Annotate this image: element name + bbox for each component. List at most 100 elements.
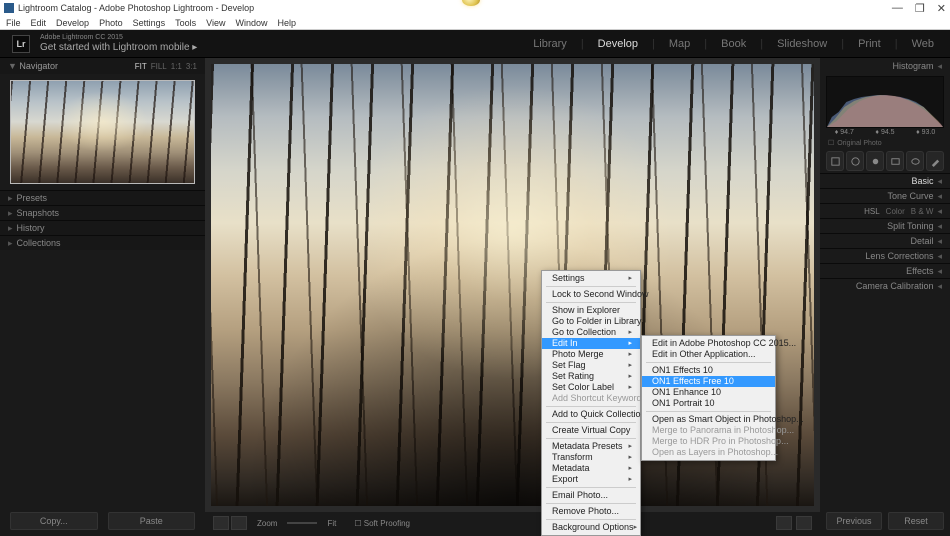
cm-goto-collection[interactable]: Go to Collection▸ xyxy=(542,327,640,338)
filmstrip-toggle-button[interactable] xyxy=(796,516,812,530)
cm-settings[interactable]: Settings▸ xyxy=(542,273,640,284)
cm-merge-panorama: Merge to Panorama in Photoshop... xyxy=(642,425,775,436)
cm-show-explorer[interactable]: Show in Explorer xyxy=(542,305,640,316)
soft-proofing-checkbox[interactable]: ☐ Soft Proofing xyxy=(354,519,410,528)
cm-metadata-presets[interactable]: Metadata Presets▸ xyxy=(542,441,640,452)
nav-1-1[interactable]: 1:1 xyxy=(171,62,182,71)
cm-edit-other-app[interactable]: Edit in Other Application... xyxy=(642,349,775,360)
zoom-slider[interactable] xyxy=(287,522,317,524)
menu-help[interactable]: Help xyxy=(278,18,297,28)
nav-fit[interactable]: FIT xyxy=(135,62,147,71)
module-slideshow[interactable]: Slideshow xyxy=(773,38,831,50)
copy-button[interactable]: Copy... xyxy=(10,512,98,530)
module-picker: Library| Develop| Map| Book| Slideshow| … xyxy=(529,38,938,50)
cm-remove-photo[interactable]: Remove Photo... xyxy=(542,506,640,517)
identity-line1: Adobe Lightroom CC 2015 xyxy=(40,34,197,42)
cm-on1-enhance[interactable]: ON1 Enhance 10 xyxy=(642,387,775,398)
menu-edit[interactable]: Edit xyxy=(31,18,47,28)
radial-tool[interactable] xyxy=(906,151,924,171)
menu-file[interactable]: File xyxy=(6,18,21,28)
module-bar: Lr Adobe Lightroom CC 2015 Get started w… xyxy=(0,30,950,58)
before-after-button[interactable] xyxy=(231,516,247,530)
nav-3-1[interactable]: 3:1 xyxy=(186,62,197,71)
module-library[interactable]: Library xyxy=(529,38,571,50)
cm-add-quick-collection[interactable]: Add to Quick Collection xyxy=(542,409,640,420)
center-area: Zoom Fit ☐ Soft Proofing xyxy=(205,58,820,534)
panel-basic[interactable]: Basic ◂ xyxy=(820,173,950,188)
identity-plate: Lr Adobe Lightroom CC 2015 Get started w… xyxy=(12,34,197,53)
panel-collections[interactable]: ▸Collections xyxy=(0,235,205,250)
module-book[interactable]: Book xyxy=(717,38,750,50)
module-develop[interactable]: Develop xyxy=(594,38,642,50)
spot-removal-tool[interactable] xyxy=(846,151,864,171)
toolbar-toggle-button[interactable] xyxy=(776,516,792,530)
menu-window[interactable]: Window xyxy=(236,18,268,28)
menu-view[interactable]: View xyxy=(206,18,225,28)
context-submenu-edit-in: Edit in Adobe Photoshop CC 2015... Edit … xyxy=(641,335,776,461)
cm-lock-second-window[interactable]: Lock to Second Window xyxy=(542,289,640,300)
fit-label[interactable]: Fit xyxy=(327,519,336,528)
cm-transform[interactable]: Transform▸ xyxy=(542,452,640,463)
panel-tone-curve[interactable]: Tone Curve ◂ xyxy=(820,188,950,203)
previous-button[interactable]: Previous xyxy=(826,512,882,530)
minimize-button[interactable]: — xyxy=(892,2,903,15)
cm-on1-effects[interactable]: ON1 Effects 10 xyxy=(642,365,775,376)
menu-tools[interactable]: Tools xyxy=(175,18,196,28)
cm-email-photo[interactable]: Email Photo... xyxy=(542,490,640,501)
panel-hsl[interactable]: HSLColorB & W ◂ xyxy=(820,203,950,218)
cm-add-shortcut-keyword: Add Shortcut Keyword xyxy=(542,393,640,404)
redeye-tool[interactable] xyxy=(866,151,884,171)
panel-detail[interactable]: Detail ◂ xyxy=(820,233,950,248)
brush-tool[interactable] xyxy=(926,151,944,171)
panel-presets[interactable]: ▸Presets xyxy=(0,190,205,205)
histogram[interactable] xyxy=(826,76,944,128)
module-map[interactable]: Map xyxy=(665,38,694,50)
paste-button[interactable]: Paste xyxy=(108,512,196,530)
maximize-button[interactable]: ❐ xyxy=(915,2,925,15)
left-panel: ▼ Navigator FIT FILL 1:1 3:1 ▸Presets ▸S… xyxy=(0,58,205,534)
cm-set-flag[interactable]: Set Flag▸ xyxy=(542,360,640,371)
center-toolbar: Zoom Fit ☐ Soft Proofing xyxy=(205,512,820,534)
cm-create-virtual-copy[interactable]: Create Virtual Copy xyxy=(542,425,640,436)
navigator-thumbnail[interactable] xyxy=(10,80,195,184)
loupe-view-button[interactable] xyxy=(213,516,229,530)
identity-line2[interactable]: Get started with Lightroom mobile ▸ xyxy=(40,42,197,53)
right-panel: Histogram◂ ♦ 94.7 ♦ 94.5 ♦ 93.0 ☐ Origin… xyxy=(820,58,950,534)
cm-export[interactable]: Export▸ xyxy=(542,474,640,485)
cm-set-rating[interactable]: Set Rating▸ xyxy=(542,371,640,382)
panel-snapshots[interactable]: ▸Snapshots xyxy=(0,205,205,220)
menu-develop[interactable]: Develop xyxy=(56,18,89,28)
lightroom-logo: Lr xyxy=(12,35,30,53)
module-web[interactable]: Web xyxy=(908,38,938,50)
crop-tool[interactable] xyxy=(826,151,844,171)
panel-split-toning[interactable]: Split Toning ◂ xyxy=(820,218,950,233)
cm-on1-effects-free[interactable]: ON1 Effects Free 10 xyxy=(642,376,775,387)
cm-smart-object[interactable]: Open as Smart Object in Photoshop... xyxy=(642,414,775,425)
gradient-tool[interactable] xyxy=(886,151,904,171)
cm-edit-in[interactable]: Edit In▸ xyxy=(542,338,640,349)
panel-effects[interactable]: Effects ◂ xyxy=(820,263,950,278)
menu-photo[interactable]: Photo xyxy=(99,18,123,28)
histogram-header[interactable]: Histogram◂ xyxy=(820,58,950,74)
panel-lens-corrections[interactable]: Lens Corrections ◂ xyxy=(820,248,950,263)
nav-fill[interactable]: FILL xyxy=(151,62,167,71)
cm-on1-portrait[interactable]: ON1 Portrait 10 xyxy=(642,398,775,409)
menubar: File Edit Develop Photo Settings Tools V… xyxy=(0,16,950,30)
cm-background-options[interactable]: Background Options▸ xyxy=(542,522,640,533)
close-button[interactable]: ✕ xyxy=(937,2,946,15)
cm-photo-merge[interactable]: Photo Merge▸ xyxy=(542,349,640,360)
module-print[interactable]: Print xyxy=(854,38,885,50)
original-photo-checkbox[interactable]: ☐ Original Photo xyxy=(820,137,950,149)
menu-settings[interactable]: Settings xyxy=(133,18,166,28)
context-menu-main: Settings▸ Lock to Second Window Show in … xyxy=(541,270,641,536)
cm-set-color-label[interactable]: Set Color Label▸ xyxy=(542,382,640,393)
reset-button[interactable]: Reset xyxy=(888,512,944,530)
cm-metadata[interactable]: Metadata▸ xyxy=(542,463,640,474)
navigator-title: Navigator xyxy=(19,61,58,71)
panel-camera-calibration[interactable]: Camera Calibration ◂ xyxy=(820,278,950,293)
navigator-header[interactable]: ▼ Navigator FIT FILL 1:1 3:1 xyxy=(0,58,205,74)
cm-goto-folder[interactable]: Go to Folder in Library xyxy=(542,316,640,327)
panel-history[interactable]: ▸History xyxy=(0,220,205,235)
cm-edit-photoshop[interactable]: Edit in Adobe Photoshop CC 2015... xyxy=(642,338,775,349)
app-icon xyxy=(4,3,14,13)
